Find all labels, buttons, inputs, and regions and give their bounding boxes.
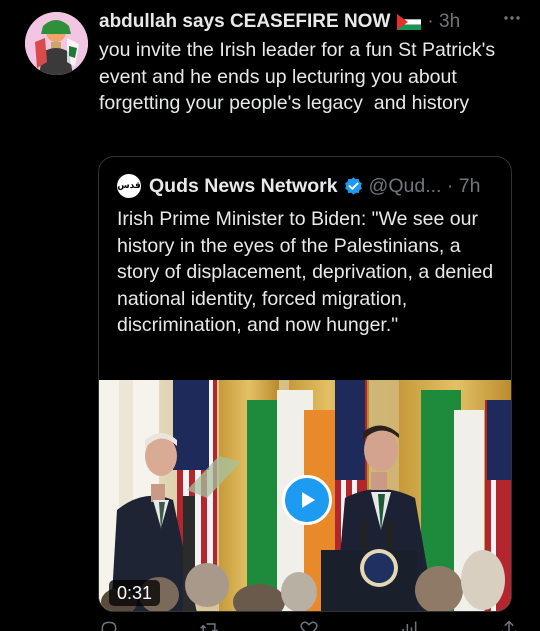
quoted-tweet-text: Irish Prime Minister to Biden: "We see o…: [117, 208, 494, 336]
video-player[interactable]: 0:31: [99, 380, 511, 611]
quoted-handle-time: @Qud... · 7h: [368, 174, 481, 197]
more-icon[interactable]: [502, 8, 522, 33]
views-icon: [402, 621, 417, 631]
retweet-button[interactable]: [199, 619, 219, 631]
play-button[interactable]: [282, 475, 332, 525]
verified-badge-icon: [344, 176, 362, 195]
video-duration: 0:31: [109, 580, 161, 606]
quoted-tweet-header: قدس Quds News Network @Qud... · 7h: [117, 172, 480, 200]
display-name[interactable]: abdullah says CEASEFIRE NOW: [99, 11, 390, 33]
palestine-flag-icon: [397, 14, 422, 30]
tweet-text: you invite the Irish leader for a fun St…: [99, 39, 501, 114]
reply-icon: [101, 621, 117, 631]
views-button[interactable]: [399, 619, 419, 631]
tweet-time[interactable]: · 3h: [427, 11, 460, 33]
play-icon: [302, 492, 315, 508]
reply-button[interactable]: [99, 619, 119, 631]
tweet-actions: [99, 619, 519, 631]
tweet-page: abdullah says CEASEFIRE NOW · 3h you inv…: [0, 0, 540, 631]
retweet-icon: [200, 623, 218, 631]
like-icon: [300, 621, 318, 631]
quoted-account-name[interactable]: Quds News Network: [149, 175, 338, 198]
quoted-avatar[interactable]: قدس: [117, 174, 141, 198]
tweet-header: abdullah says CEASEFIRE NOW · 3h: [99, 8, 526, 36]
avatar[interactable]: [25, 12, 88, 75]
quoted-avatar-logo-text: قدس: [117, 181, 141, 191]
like-button[interactable]: [299, 619, 319, 631]
share-button[interactable]: [499, 619, 519, 631]
quoted-tweet-card[interactable]: قدس Quds News Network @Qud... · 7h Irish…: [98, 156, 512, 612]
share-icon: [501, 620, 517, 631]
